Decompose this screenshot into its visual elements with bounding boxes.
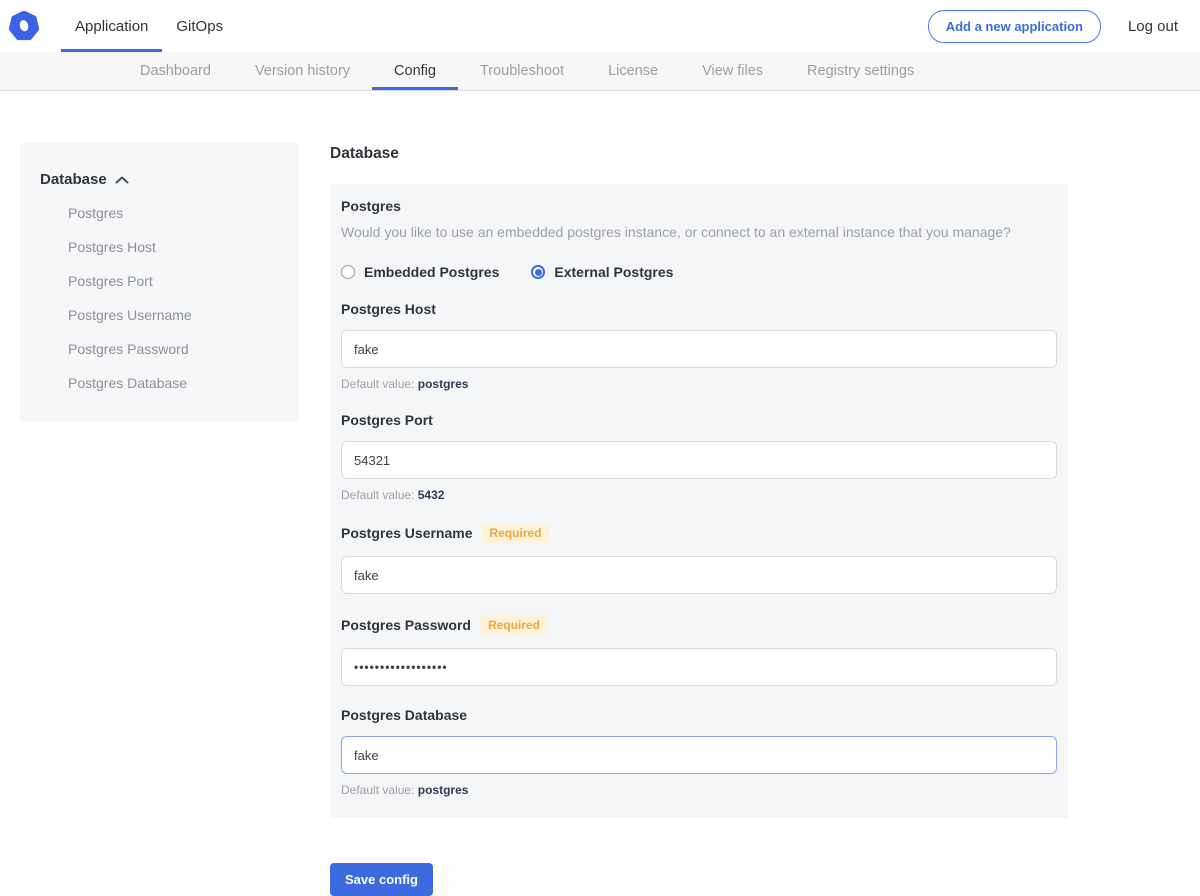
subnav-troubleshoot-label: Troubleshoot: [480, 63, 564, 79]
sidebar-item-postgres-database[interactable]: Postgres Database: [20, 375, 299, 392]
config-sidebar: Database Postgres Postgres Host Postgres…: [20, 143, 299, 422]
replicated-logo[interactable]: [9, 0, 39, 52]
required-badge: Required: [480, 615, 548, 635]
field-postgres-username-label-row: Postgres Username Required: [341, 523, 1057, 543]
postgres-host-default: Default value: postgres: [341, 377, 1057, 391]
required-badge: Required: [482, 523, 550, 543]
group-label-postgres: Postgres: [341, 198, 1057, 214]
radio-unchecked-icon: [341, 265, 355, 279]
postgres-port-input[interactable]: [341, 441, 1057, 479]
subnav-item-troubleshoot[interactable]: Troubleshoot: [458, 52, 586, 90]
field-postgres-database-label-row: Postgres Database: [341, 707, 1057, 723]
radio-checked-icon: [531, 265, 545, 279]
default-value: postgres: [418, 783, 469, 797]
subnav-item-dashboard[interactable]: Dashboard: [118, 52, 233, 90]
subnav-item-registry-settings[interactable]: Registry settings: [785, 52, 936, 90]
field-postgres-host-label: Postgres Host: [341, 301, 436, 317]
field-postgres-port-label-row: Postgres Port: [341, 412, 1057, 428]
chevron-up-icon: [115, 176, 129, 184]
radio-embedded-postgres[interactable]: Embedded Postgres: [341, 264, 499, 280]
tab-application-label: Application: [75, 18, 148, 35]
database-config-panel: Postgres Would you like to use an embedd…: [330, 184, 1068, 818]
sidebar-item-postgres-host[interactable]: Postgres Host: [20, 239, 299, 256]
postgres-username-input[interactable]: [341, 556, 1057, 594]
subnav-license-label: License: [608, 63, 658, 79]
subnav-item-version-history[interactable]: Version history: [233, 52, 372, 90]
radio-embedded-postgres-label: Embedded Postgres: [364, 264, 499, 280]
field-postgres-password-label: Postgres Password: [341, 617, 471, 633]
subnav-dashboard-label: Dashboard: [140, 63, 211, 79]
subnav-version-history-label: Version history: [255, 63, 350, 79]
app-header: Application GitOps Add a new application…: [0, 0, 1200, 52]
field-postgres-username-label: Postgres Username: [341, 525, 473, 541]
subnav-item-config[interactable]: Config: [372, 52, 458, 90]
radio-external-postgres-label: External Postgres: [554, 264, 673, 280]
config-main: Database Postgres Would you like to use …: [330, 145, 1068, 896]
postgres-help-text: Would you like to use an embedded postgr…: [341, 223, 1057, 241]
header-actions: Add a new application Log out: [928, 0, 1200, 52]
tab-application[interactable]: Application: [61, 0, 162, 52]
top-nav: Application GitOps: [61, 0, 237, 52]
save-config-button[interactable]: Save config: [330, 863, 433, 896]
default-prefix: Default value:: [341, 783, 414, 797]
postgres-database-default: Default value: postgres: [341, 783, 1057, 797]
postgres-host-input[interactable]: [341, 330, 1057, 368]
postgres-type-radio-group: Embedded Postgres External Postgres: [341, 264, 1057, 280]
default-prefix: Default value:: [341, 488, 414, 502]
postgres-password-input[interactable]: [341, 648, 1057, 686]
add-new-application-button[interactable]: Add a new application: [928, 10, 1101, 43]
sidebar-group-database-label: Database: [40, 171, 107, 188]
logout-link[interactable]: Log out: [1128, 18, 1178, 35]
radio-external-postgres[interactable]: External Postgres: [531, 264, 673, 280]
sidebar-item-postgres-password[interactable]: Postgres Password: [20, 341, 299, 358]
default-prefix: Default value:: [341, 377, 414, 391]
field-postgres-database-label: Postgres Database: [341, 707, 467, 723]
subnav-item-view-files[interactable]: View files: [680, 52, 785, 90]
field-postgres-port-label: Postgres Port: [341, 412, 433, 428]
subnav-registry-settings-label: Registry settings: [807, 63, 914, 79]
postgres-port-default: Default value: 5432: [341, 488, 1057, 502]
content-area: Database Postgres Postgres Host Postgres…: [0, 91, 1200, 896]
default-value: postgres: [418, 377, 469, 391]
field-postgres-password-label-row: Postgres Password Required: [341, 615, 1057, 635]
subnav-view-files-label: View files: [702, 63, 763, 79]
tab-gitops[interactable]: GitOps: [162, 0, 237, 52]
page-title: Database: [330, 145, 1068, 163]
tab-gitops-label: GitOps: [176, 18, 223, 35]
sidebar-item-postgres-port[interactable]: Postgres Port: [20, 273, 299, 290]
sidebar-item-postgres[interactable]: Postgres: [20, 205, 299, 222]
postgres-database-input[interactable]: [341, 736, 1057, 774]
subnav-config-label: Config: [394, 63, 436, 79]
replicated-logo-icon: [9, 11, 39, 41]
field-postgres-host-label-row: Postgres Host: [341, 301, 1057, 317]
sidebar-group-database[interactable]: Database: [20, 171, 299, 188]
sidebar-item-postgres-username[interactable]: Postgres Username: [20, 307, 299, 324]
app-subnav: Dashboard Version history Config Trouble…: [0, 52, 1200, 91]
default-value: 5432: [418, 488, 445, 502]
subnav-item-license[interactable]: License: [586, 52, 680, 90]
